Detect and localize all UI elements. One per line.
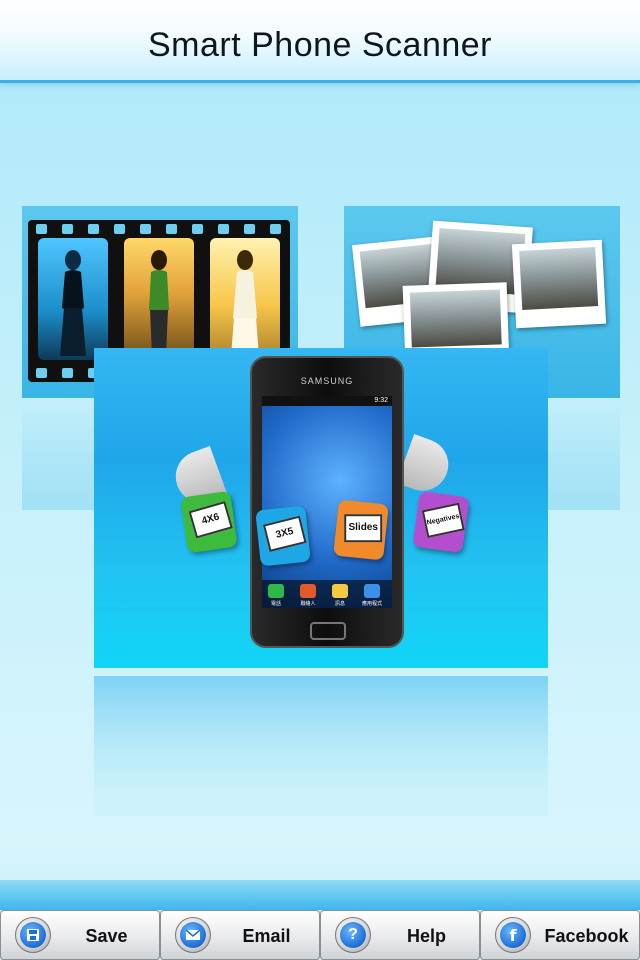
contacts-icon <box>300 584 316 598</box>
toolbar-band <box>0 880 640 910</box>
card-3x5: 3X5 <box>255 505 311 567</box>
phone-dock: 電話 聯絡人 訊息 應用程式 <box>262 580 392 608</box>
facebook-button[interactable]: f Facebook <box>480 910 640 960</box>
phone-screen: 9:32 電話 聯絡人 訊息 應用程式 <box>262 396 392 608</box>
card-4x6-label: 4X6 <box>200 511 221 528</box>
apps-grid-icon <box>364 584 380 598</box>
card-3x5-label: 3X5 <box>274 525 295 541</box>
email-label: Email <box>242 926 291 946</box>
card-4x6: 4X6 <box>180 490 238 554</box>
photo-print-3 <box>511 239 607 329</box>
status-time: 9:32 <box>262 396 392 406</box>
bottom-toolbar: Save Email ? Help f Facebook <box>0 910 640 960</box>
page-title: Smart Phone Scanner <box>147 26 493 64</box>
card-slides: Slides <box>333 499 389 561</box>
header-bar: Smart Phone Scanner <box>0 0 640 83</box>
scanner-product-image[interactable]: SAMSUNG 9:32 電話 聯絡人 訊息 應用程式 4X6 3X5 Slid… <box>94 348 548 668</box>
dock-label-apps: 應用程式 <box>361 601 382 607</box>
save-button[interactable]: Save <box>0 910 160 960</box>
scanner-image-reflection <box>94 676 548 816</box>
messages-icon <box>332 584 348 598</box>
phone-image: SAMSUNG 9:32 電話 聯絡人 訊息 應用程式 <box>250 356 404 648</box>
phone-home-button <box>310 622 346 640</box>
help-label: Help <box>406 926 446 946</box>
content-area: SAMSUNG 9:32 電話 聯絡人 訊息 應用程式 4X6 3X5 Slid… <box>0 84 640 874</box>
card-negatives-label: Negatives <box>426 512 461 527</box>
question-mark-icon: ? <box>335 917 371 953</box>
phone-call-icon <box>268 584 284 598</box>
save-label: Save <box>85 926 128 946</box>
card-negatives: Negatives <box>412 490 470 554</box>
help-button[interactable]: ? Help <box>320 910 480 960</box>
dock-label-contacts: 聯絡人 <box>300 601 316 607</box>
dock-label-phone: 電話 <box>270 601 281 607</box>
facebook-f-icon: f <box>495 917 531 953</box>
email-button[interactable]: Email <box>160 910 320 960</box>
envelope-icon <box>175 917 211 953</box>
card-slides-label: Slides <box>348 522 378 534</box>
dock-label-messages: 訊息 <box>334 601 345 607</box>
facebook-label: Facebook <box>544 926 629 946</box>
floppy-disk-icon <box>15 917 51 953</box>
phone-brand-text: SAMSUNG <box>300 376 354 386</box>
